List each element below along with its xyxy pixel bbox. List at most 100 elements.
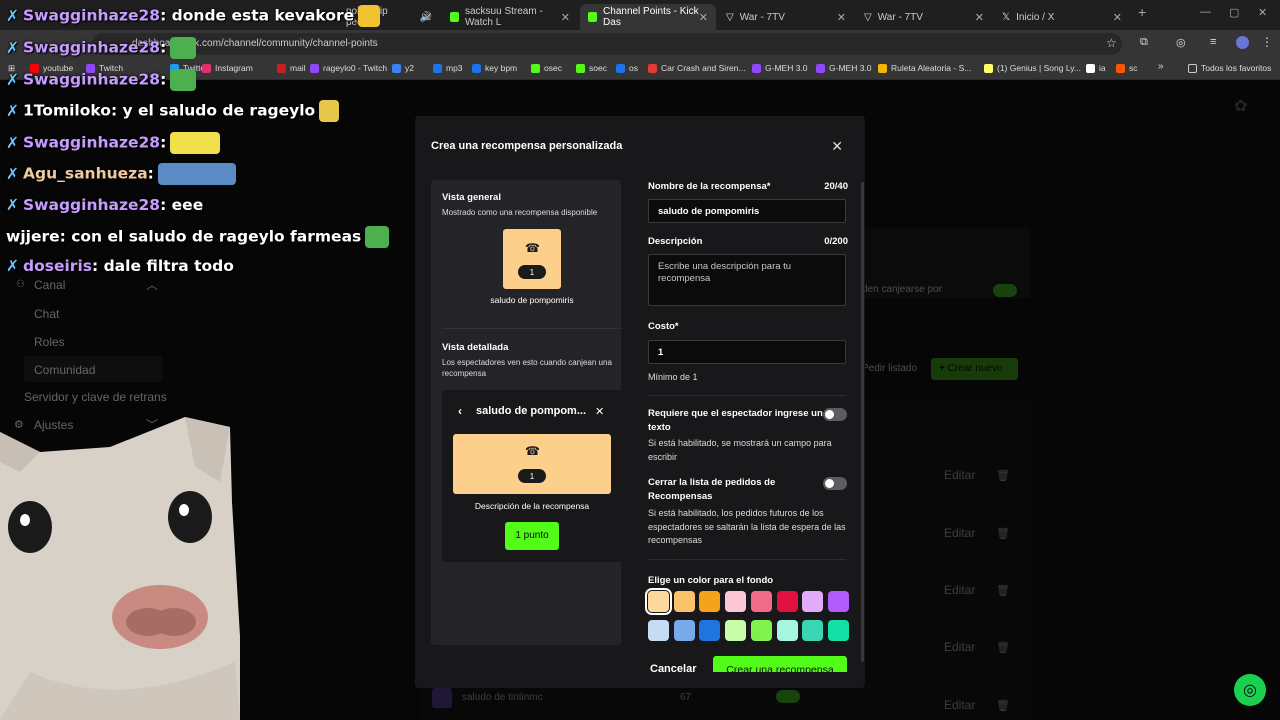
- cost-minimum: Mínimo de 1: [648, 372, 698, 382]
- description-textarea[interactable]: Escribe una descripción para tu recompen…: [648, 254, 846, 306]
- reward-name-input[interactable]: saludo de pompomiris: [648, 199, 846, 223]
- color-swatch[interactable]: [725, 591, 747, 612]
- color-swatch[interactable]: [699, 591, 721, 612]
- close-tab-icon[interactable]: ✕: [699, 11, 708, 24]
- detail-header: saludo de pompom...: [476, 405, 587, 417]
- tab-war-7tv[interactable]: ▽ War - 7TV ✕: [718, 4, 854, 30]
- close-tab-icon[interactable]: ✕: [423, 11, 432, 24]
- color-swatch[interactable]: [673, 591, 695, 612]
- bookmark-item[interactable]: key bpm: [472, 63, 517, 73]
- bookmark-favicon-icon: [202, 63, 211, 73]
- bookmark-favicon-icon: [648, 63, 657, 73]
- bookmarks-more[interactable]: »: [1158, 61, 1164, 72]
- maximize-icon[interactable]: ▢: [1229, 6, 1239, 19]
- chat-message: ✗ Swagginhaze28:: [6, 37, 197, 59]
- close-icon: ✕: [595, 406, 605, 418]
- close-tab-icon[interactable]: ✕: [561, 11, 570, 24]
- bookmark-favicon-icon: [576, 63, 585, 73]
- color-swatch[interactable]: [673, 620, 695, 641]
- emote-image: [365, 226, 390, 248]
- support-chat-button[interactable]: ◎: [1234, 674, 1266, 706]
- color-swatch[interactable]: [776, 591, 798, 612]
- bookmark-item[interactable]: Car Crash and Siren...: [648, 63, 746, 73]
- extensions-icon[interactable]: ⧉: [1140, 36, 1148, 49]
- color-swatch[interactable]: [802, 591, 824, 612]
- bookmark-item[interactable]: ia: [1086, 63, 1106, 73]
- bookmark-item[interactable]: G-MEH 3.0: [816, 63, 872, 73]
- close-tab-icon[interactable]: ✕: [975, 11, 984, 24]
- close-tab-icon[interactable]: ✕: [837, 11, 846, 24]
- chat-bubble-icon: ◎: [1243, 682, 1257, 699]
- minimize-icon[interactable]: —: [1200, 6, 1211, 18]
- tab-inicio-x[interactable]: 𝕏 Inicio / X ✕: [994, 4, 1130, 30]
- color-swatch[interactable]: [776, 620, 798, 641]
- text-required-toggle[interactable]: [823, 408, 847, 421]
- bookmark-item[interactable]: osec: [531, 63, 562, 73]
- bookmark-item[interactable]: Instagram: [202, 63, 253, 73]
- bookmark-item[interactable]: y2: [392, 63, 414, 73]
- tab-channel-points[interactable]: Channel Points - Kick Das ✕: [580, 4, 716, 30]
- url-bar[interactable]: dashboard.kick.com/channel/community/cha…: [92, 33, 1122, 55]
- bookmark-item[interactable]: mp3: [433, 63, 463, 73]
- bookmark-label: mail: [290, 63, 306, 73]
- tab-label: Channel Points - Kick Das: [603, 6, 699, 28]
- chevron-left-icon: ‹: [458, 404, 462, 418]
- emote-image: [170, 69, 197, 91]
- color-swatch[interactable]: [827, 620, 849, 641]
- new-tab-button[interactable]: +: [1138, 4, 1146, 20]
- bookmark-item[interactable]: Ruleta Aleatoria - S...: [878, 63, 971, 73]
- badge-icon: ✗: [6, 196, 19, 214]
- extension-icon[interactable]: ◎: [1176, 36, 1186, 49]
- modal-scrollbar[interactable]: [861, 182, 864, 662]
- overview-subtitle: Mostrado como una recompensa disponible: [442, 208, 598, 217]
- color-swatch[interactable]: [750, 620, 772, 641]
- folder-icon: [1188, 63, 1197, 73]
- emote-image: [319, 100, 340, 122]
- menu-icon[interactable]: ⋮: [1261, 35, 1273, 49]
- profile-avatar[interactable]: [1236, 36, 1249, 49]
- skip-queue-toggle[interactable]: [823, 477, 847, 490]
- bookmark-favicon-icon: [310, 63, 319, 73]
- color-swatch[interactable]: [750, 591, 772, 612]
- cost-input[interactable]: 1: [648, 340, 846, 364]
- bookmark-item[interactable]: sc: [1116, 63, 1138, 73]
- badge-icon: ✗: [6, 101, 19, 120]
- text-required-label: Requiere que el espectador ingrese un te…: [648, 408, 823, 433]
- detail-preview: ‹ saludo de pompom... ✕ ☎ 1 Descripción …: [442, 390, 622, 562]
- badge-icon: ✗: [6, 70, 19, 89]
- color-swatch[interactable]: [827, 591, 849, 612]
- create-reward-button[interactable]: Crear una recompensa: [713, 656, 847, 672]
- bookmark-item[interactable]: G-MEH 3.0: [752, 63, 808, 73]
- star-icon[interactable]: ☆: [1106, 36, 1117, 50]
- color-swatch[interactable]: [645, 588, 672, 615]
- close-icon[interactable]: ✕: [831, 138, 843, 155]
- close-window-icon[interactable]: ✕: [1258, 6, 1267, 19]
- bookmark-favicon-icon: [1116, 63, 1125, 73]
- bookmark-label: ia: [1099, 63, 1106, 73]
- bookmark-item[interactable]: mail: [277, 63, 306, 73]
- 7tv-icon: ▽: [726, 12, 734, 23]
- color-swatch[interactable]: [699, 620, 721, 641]
- all-bookmarks[interactable]: Todos los favoritos: [1188, 63, 1271, 73]
- color-swatch[interactable]: [802, 620, 824, 641]
- cancel-button[interactable]: Cancelar: [650, 663, 696, 672]
- bookmark-item[interactable]: rageylo0 - Twitch: [310, 63, 387, 73]
- emote-image: [358, 5, 381, 27]
- color-swatch[interactable]: [648, 620, 669, 641]
- tab-sacksuu[interactable]: sacksuu Stream - Watch L ✕: [442, 4, 578, 30]
- divider: [442, 328, 622, 329]
- color-swatch[interactable]: [725, 620, 747, 641]
- reward-card-preview: ☎ 1: [503, 229, 561, 289]
- bookmark-item[interactable]: os: [616, 63, 638, 73]
- downloads-icon[interactable]: ≡: [1210, 36, 1216, 48]
- skip-queue-label: Cerrar la lista de pedidos de Recompensa…: [648, 477, 776, 502]
- chat-message: ✗ Swagginhaze28:: [6, 132, 221, 154]
- tab-war-7tv-2[interactable]: ▽ War - 7TV ✕: [856, 4, 992, 30]
- chat-message: ✗ Swagginhaze28:: [6, 69, 197, 91]
- chat-username: Swagginhaze28: [23, 70, 161, 89]
- bookmark-item[interactable]: (1) Genius | Song Ly...: [984, 63, 1081, 73]
- bookmark-item[interactable]: soec: [576, 63, 607, 73]
- emote-image: [170, 132, 221, 154]
- description-label: Descripción: [648, 236, 703, 247]
- close-tab-icon[interactable]: ✕: [1113, 11, 1122, 24]
